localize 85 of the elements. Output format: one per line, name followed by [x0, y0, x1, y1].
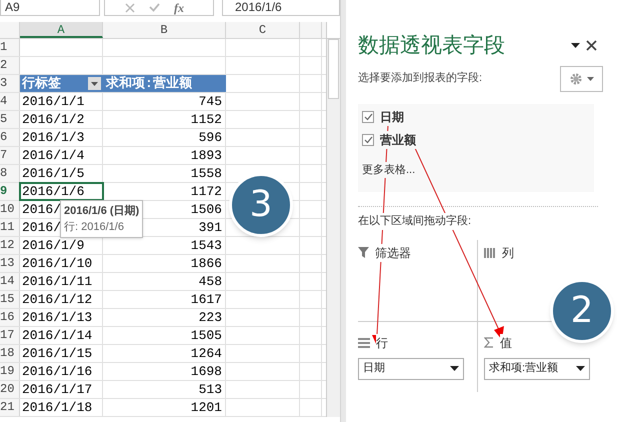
table-cell: 2016/1/3	[20, 129, 103, 146]
row-number: 12	[0, 237, 20, 254]
table-cell: 2016/1/17	[20, 381, 103, 398]
row-number: 5	[0, 111, 20, 128]
row-number: 13	[0, 255, 20, 272]
filter-icon	[358, 247, 369, 258]
table-cell: 1698	[103, 363, 226, 380]
caret-icon	[576, 366, 585, 371]
close-icon[interactable]	[586, 40, 597, 52]
row-number: 3	[0, 75, 20, 92]
area-label: 值	[500, 334, 512, 352]
table-cell: 1201	[103, 399, 226, 416]
settings-button[interactable]	[560, 66, 603, 92]
row-number: 15	[0, 291, 20, 308]
area-field-dropdown[interactable]: 日期	[358, 358, 464, 380]
table-cell: 2016/1/1	[20, 93, 103, 110]
table-cell: 458	[103, 273, 226, 290]
row-number: 6	[0, 129, 20, 146]
table-cell: 2016/1/15	[20, 345, 103, 362]
row-number: 1	[0, 39, 20, 56]
row-number: 4	[0, 93, 20, 110]
table-cell: 2016/1/12	[20, 291, 103, 308]
column-header[interactable]: C	[226, 22, 300, 38]
table-cell: 行标签	[20, 75, 103, 92]
more-tables-link[interactable]: 更多表格...	[362, 162, 416, 178]
row-number: 16	[0, 309, 20, 326]
column-header[interactable]: A	[20, 22, 103, 38]
check-icon[interactable]	[149, 3, 160, 12]
row-number: 18	[0, 345, 20, 362]
settings-icon	[570, 72, 582, 84]
rows-icon	[358, 338, 370, 348]
table-cell: 2016/1/5	[20, 165, 103, 182]
caret-icon	[571, 43, 580, 48]
table-cell: 513	[103, 381, 226, 398]
row-number: 17	[0, 327, 20, 344]
area-label: 行	[376, 334, 388, 352]
table-cell: 2016/1/2	[20, 111, 103, 128]
row-number: 8	[0, 165, 20, 182]
table-cell: 2016/1/10	[20, 255, 103, 272]
area-field-dropdown[interactable]: 求和项:营业额	[484, 358, 590, 380]
panel-title: 数据透视表字段	[358, 33, 505, 59]
table-cell: 2016/1/11	[20, 273, 103, 290]
name-box[interactable]: A9	[0, 0, 100, 16]
table-cell: 1617	[103, 291, 226, 308]
table-cell: 2016/1/13	[20, 309, 103, 326]
table-cell: 1264	[103, 345, 226, 362]
row-number: 20	[0, 381, 20, 398]
caret-icon	[450, 366, 459, 371]
table-cell: 2016/1/16	[20, 363, 103, 380]
area-label: 筛选器	[375, 244, 411, 262]
checkbox[interactable]	[362, 110, 374, 122]
table-cell: 2016/1/6	[20, 183, 103, 200]
table-cell: 596	[103, 129, 226, 146]
table-cell: 2016/1/4	[20, 147, 103, 164]
caret-icon	[586, 76, 594, 80]
table-cell: 223	[103, 309, 226, 326]
row-number: 10	[0, 201, 20, 218]
table-cell: 1558	[103, 165, 226, 182]
areas-prompt: 在以下区域间拖动字段:	[358, 213, 472, 230]
scrollbar[interactable]	[326, 22, 340, 417]
sigma-icon	[484, 337, 494, 348]
table-cell: 1152	[103, 111, 226, 128]
table-cell: 1866	[103, 255, 226, 272]
row-number: 9	[0, 183, 20, 200]
column-header[interactable]: B	[103, 22, 226, 38]
table-cell: 1893	[103, 147, 226, 164]
function-button[interactable]: fx	[174, 0, 184, 14]
row-number: 21	[0, 399, 20, 416]
row-number: 2	[0, 57, 20, 74]
field-label[interactable]: 营业额	[380, 130, 416, 148]
table-cell: 2016/1/14	[20, 327, 103, 344]
formula-field[interactable]: 2016/1/6	[222, 0, 340, 16]
table-cell: 745	[103, 93, 226, 110]
row-number: 7	[0, 147, 20, 164]
row-number: 14	[0, 273, 20, 290]
checkbox[interactable]	[362, 134, 374, 146]
table-cell: 求和项:营业额	[103, 75, 226, 92]
columns-icon	[484, 248, 496, 258]
row-number: 19	[0, 363, 20, 380]
table-cell: 1505	[103, 327, 226, 344]
row-number: 11	[0, 219, 20, 236]
field-prompt: 选择要添加到报表的字段:	[358, 70, 482, 86]
table-cell: 2016/1/18	[20, 399, 103, 416]
cancel-icon[interactable]	[125, 2, 135, 12]
filter-dropdown-icon[interactable]	[88, 77, 101, 90]
